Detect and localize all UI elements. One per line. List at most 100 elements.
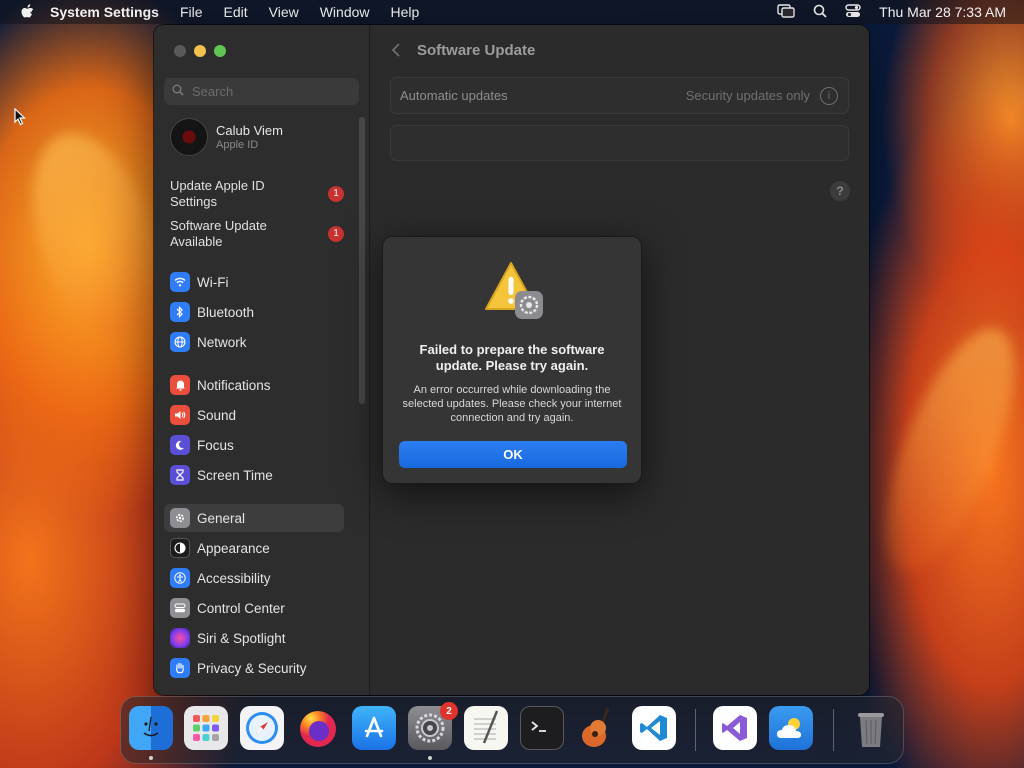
- sidebar-item-wifi[interactable]: Wi-Fi: [164, 268, 344, 296]
- dialog-message: An error occurred while downloading the …: [402, 384, 622, 424]
- sidebar-item-label: Sound: [197, 407, 237, 423]
- sidebar-item-bluetooth[interactable]: Bluetooth: [164, 298, 344, 326]
- notification-badge: 2: [440, 702, 458, 720]
- sidebar-item-control-center[interactable]: Control Center: [164, 594, 344, 622]
- menu-help[interactable]: Help: [391, 4, 420, 20]
- sidebar-item-notifications[interactable]: Notifications: [164, 371, 344, 399]
- weather-icon[interactable]: [769, 706, 813, 750]
- dock-separator: [833, 709, 834, 751]
- sidebar-item-label: Network: [197, 334, 247, 350]
- sidebar-item-label: Appearance: [197, 540, 270, 556]
- appearance-icon: [170, 538, 190, 558]
- sidebar-item-privacy-security[interactable]: Privacy & Security: [164, 654, 344, 682]
- zoom-window-button[interactable]: [214, 45, 226, 57]
- menu-window[interactable]: Window: [320, 4, 370, 20]
- siri-icon: [170, 628, 190, 648]
- moon-icon: [170, 435, 190, 455]
- system-settings-icon[interactable]: 2: [408, 702, 458, 750]
- notice-badge: 1: [328, 186, 344, 202]
- globe-icon: [170, 332, 190, 352]
- sidebar-item-accessibility[interactable]: Accessibility: [164, 564, 344, 592]
- sidebar: Search Calub Viem Apple ID Update Apple …: [154, 25, 370, 695]
- menu-edit[interactable]: Edit: [224, 4, 248, 20]
- control-center-icon[interactable]: [845, 3, 861, 21]
- vscode-icon[interactable]: [632, 706, 676, 750]
- visual-studio-icon[interactable]: [713, 706, 757, 750]
- minimize-window-button[interactable]: [194, 45, 206, 57]
- firefox-icon[interactable]: [296, 706, 340, 750]
- page-title: Software Update: [417, 41, 536, 59]
- automatic-updates-label: Automatic updates: [400, 88, 508, 103]
- spotlight-search-icon[interactable]: [813, 4, 827, 21]
- automatic-updates-value: Security updates only: [685, 88, 810, 103]
- back-button[interactable]: [389, 41, 403, 59]
- speaker-icon: [170, 405, 190, 425]
- notice-update-apple-id[interactable]: Update Apple ID Settings 1: [170, 178, 350, 210]
- finder-icon[interactable]: [129, 706, 173, 750]
- sidebar-item-focus[interactable]: Focus: [164, 431, 344, 459]
- menu-view[interactable]: View: [269, 4, 299, 20]
- menu-file[interactable]: File: [180, 4, 203, 20]
- update-status-panel: [390, 125, 849, 161]
- gear-icon: [170, 508, 190, 528]
- sidebar-item-label: Control Center: [197, 600, 285, 616]
- hourglass-icon: [170, 465, 190, 485]
- account-name: Calub Viem: [216, 123, 283, 138]
- app-store-icon[interactable]: [352, 706, 396, 750]
- error-alert-dialog: Failed to prepare the software update. P…: [382, 236, 642, 484]
- sidebar-item-label: Privacy & Security: [197, 660, 307, 676]
- screen-mirroring-icon[interactable]: [777, 3, 795, 21]
- sidebar-item-label: Screen Time: [197, 467, 273, 483]
- control-center-icon: [170, 598, 190, 618]
- mouse-cursor-icon: [14, 107, 27, 131]
- notice-label: Update Apple ID Settings: [170, 178, 265, 209]
- avatar: [170, 118, 208, 156]
- textedit-icon[interactable]: [464, 706, 508, 750]
- hand-icon: [170, 658, 190, 678]
- sidebar-item-appearance[interactable]: Appearance: [164, 534, 344, 562]
- automatic-updates-row[interactable]: Automatic updates Security updates only …: [390, 77, 849, 114]
- sidebar-item-label: Bluetooth: [197, 304, 255, 320]
- running-indicator: [428, 756, 432, 760]
- sidebar-item-label: General: [197, 510, 246, 526]
- notice-label: Software Update Available: [170, 218, 267, 249]
- garageband-icon[interactable]: [576, 706, 620, 750]
- sidebar-item-label: Notifications: [197, 377, 271, 393]
- apple-menu-icon[interactable]: [18, 3, 36, 21]
- ok-button[interactable]: OK: [399, 441, 627, 468]
- sidebar-item-sound[interactable]: Sound: [164, 401, 344, 429]
- account-subtitle: Apple ID: [216, 139, 259, 151]
- notice-software-update[interactable]: Software Update Available 1: [170, 218, 350, 250]
- sidebar-item-label: Accessibility: [197, 570, 271, 586]
- sidebar-item-label: Wi-Fi: [197, 274, 229, 290]
- running-indicator: [149, 756, 153, 760]
- accessibility-icon: [170, 568, 190, 588]
- sidebar-search-input[interactable]: Search: [164, 78, 359, 105]
- search-placeholder: Search: [192, 84, 234, 99]
- sidebar-item-label: Focus: [197, 437, 234, 453]
- sidebar-item-network[interactable]: Network: [164, 328, 344, 356]
- menu-app-name[interactable]: System Settings: [50, 4, 159, 20]
- safari-icon[interactable]: [240, 706, 284, 750]
- menu-clock[interactable]: Thu Mar 28 7:33 AM: [879, 4, 1006, 20]
- sidebar-item-general[interactable]: General: [164, 504, 344, 532]
- help-button[interactable]: ?: [830, 181, 850, 201]
- apple-id-account[interactable]: Calub Viem Apple ID: [170, 118, 283, 156]
- dialog-title: Failed to prepare the software update. P…: [419, 342, 605, 373]
- window-controls: [174, 45, 226, 57]
- dock-separator: [695, 709, 696, 751]
- search-icon: [172, 84, 184, 99]
- bluetooth-icon: [170, 302, 190, 322]
- close-window-button[interactable]: [174, 45, 186, 57]
- sidebar-item-label: Siri & Spotlight: [197, 630, 286, 646]
- sidebar-scrollbar[interactable]: [359, 117, 365, 404]
- launchpad-icon[interactable]: [184, 706, 228, 750]
- sidebar-item-screen-time[interactable]: Screen Time: [164, 461, 344, 489]
- dock: 2: [120, 696, 904, 764]
- sidebar-item-siri-spotlight[interactable]: Siri & Spotlight: [164, 624, 344, 652]
- terminal-icon[interactable]: [520, 706, 564, 750]
- notice-badge: 1: [328, 226, 344, 242]
- info-icon[interactable]: i: [820, 87, 838, 105]
- bell-icon: [170, 375, 190, 395]
- trash-icon[interactable]: [849, 706, 893, 750]
